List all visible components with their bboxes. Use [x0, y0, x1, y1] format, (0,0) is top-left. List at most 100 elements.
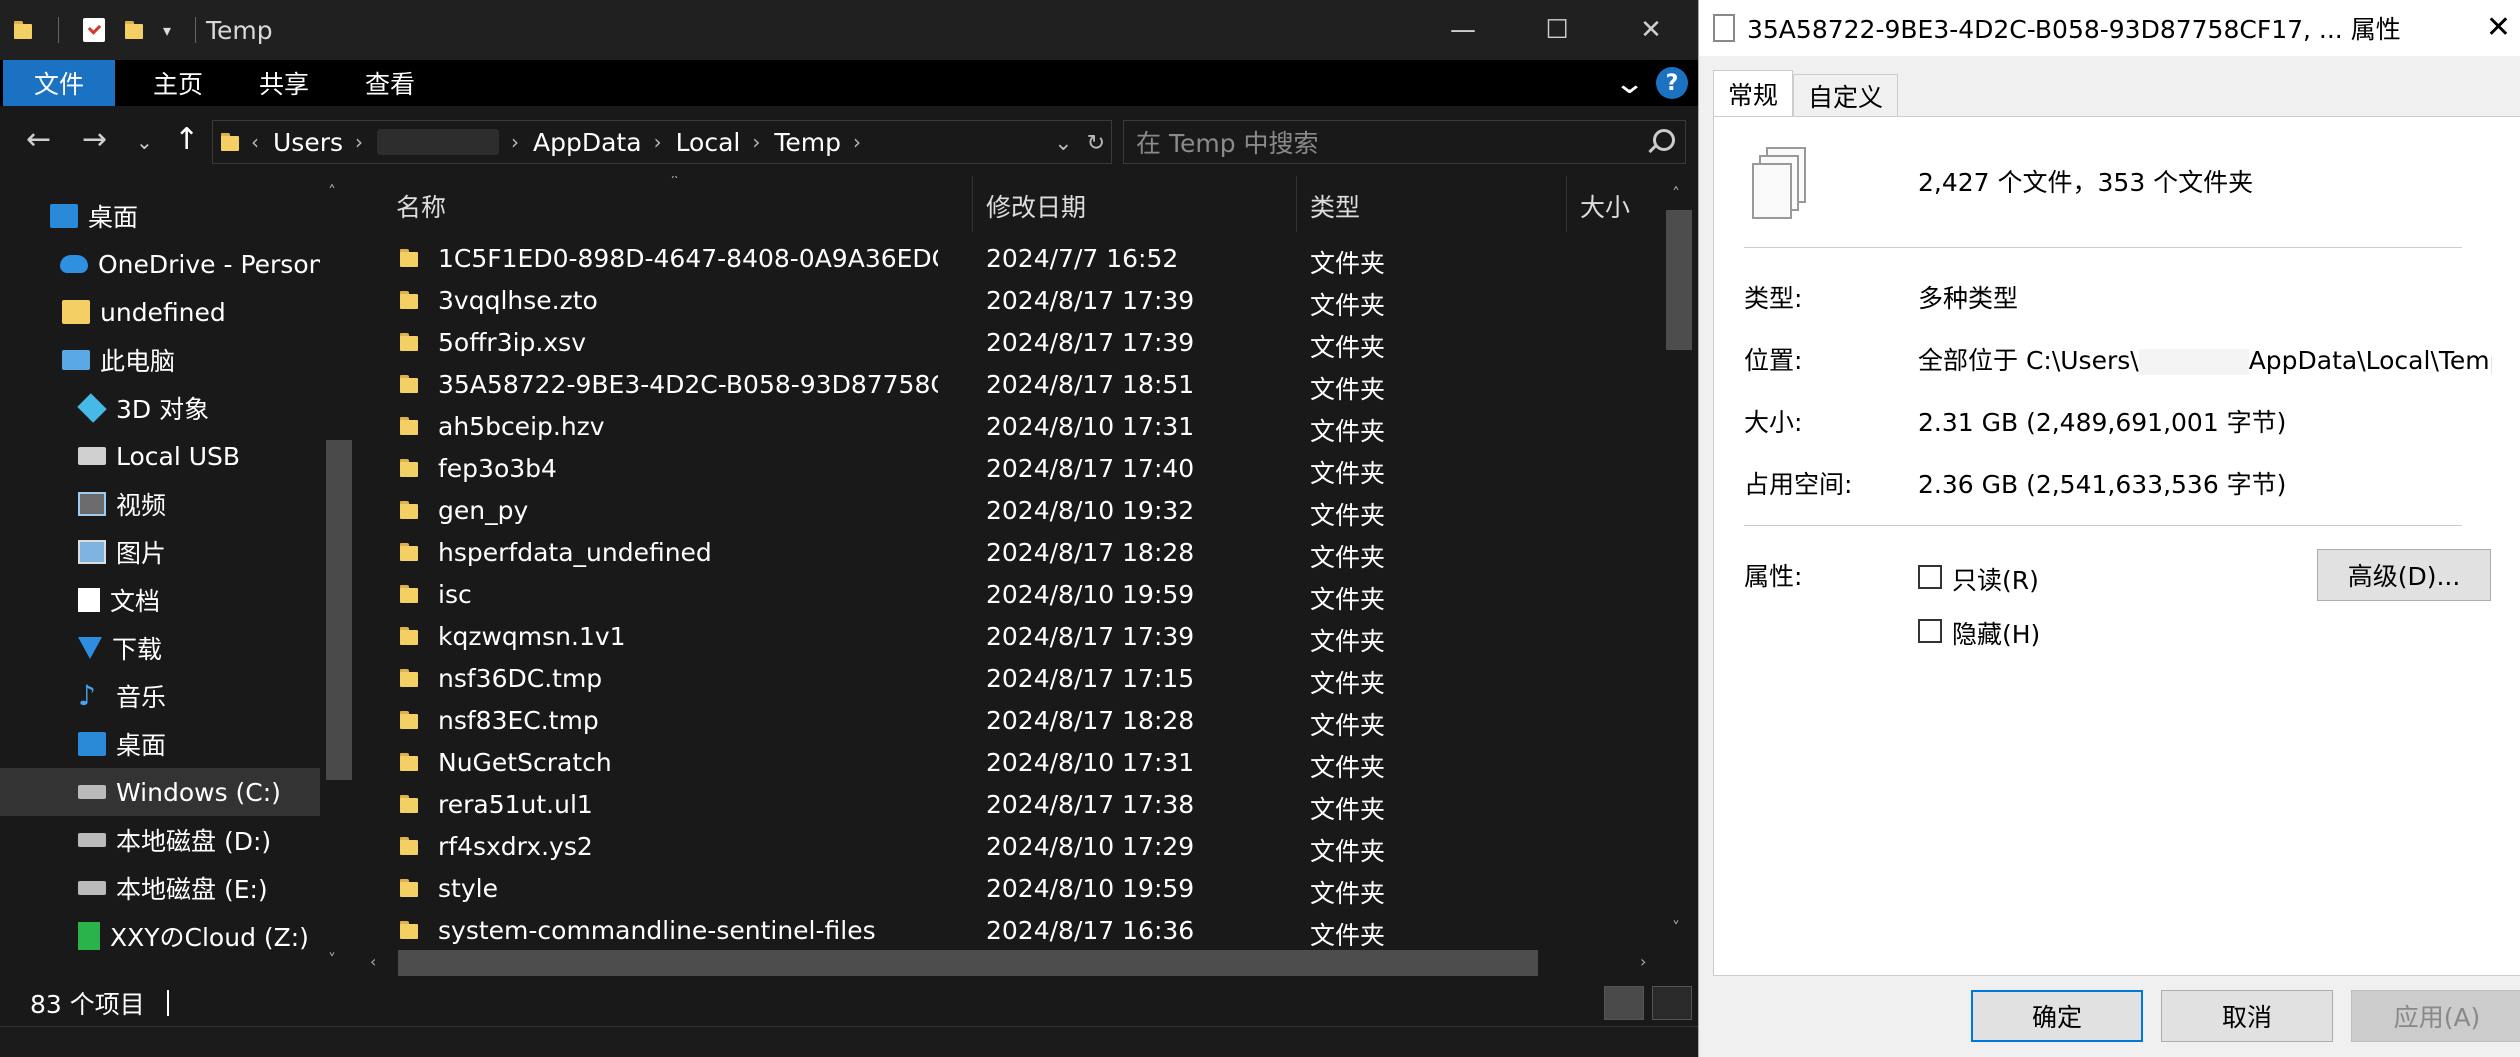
- column-name[interactable]: 名称: [396, 188, 446, 224]
- nav-scroll-down-icon[interactable]: ˅: [328, 950, 336, 969]
- help-icon[interactable]: ?: [1656, 67, 1688, 99]
- cancel-button[interactable]: 取消: [2161, 990, 2333, 1042]
- details-view-button[interactable]: [1604, 986, 1644, 1020]
- readonly-checkbox[interactable]: [1918, 565, 1942, 589]
- nav-item[interactable]: Windows (C:): [0, 768, 320, 816]
- readonly-label[interactable]: 只读(R): [1952, 561, 2039, 597]
- advanced-button[interactable]: 高级(D)...: [2317, 549, 2491, 601]
- refresh-icon[interactable]: ↻: [1087, 131, 1105, 156]
- forward-icon[interactable]: →: [82, 122, 107, 157]
- up-icon[interactable]: ↑: [174, 122, 199, 157]
- breadcrumb-appdata[interactable]: AppData: [533, 128, 642, 157]
- tab-file[interactable]: 文件: [3, 60, 116, 106]
- file-row[interactable]: hsperfdata_undefined 2024/8/17 18:28 文件夹: [358, 532, 1658, 574]
- file-row[interactable]: 3vqqlhse.zto 2024/8/17 17:39 文件夹: [358, 280, 1658, 322]
- file-row[interactable]: gen_py 2024/8/10 19:32 文件夹: [358, 490, 1658, 532]
- nav-item[interactable]: 桌面: [0, 192, 358, 240]
- recent-locations-icon[interactable]: ⌄: [136, 130, 153, 154]
- hidden-checkbox[interactable]: [1918, 619, 1942, 643]
- ribbon: 文件 主页 共享 查看 ⌄ ?: [0, 60, 1698, 106]
- chevron-down-icon[interactable]: ▾: [163, 21, 171, 40]
- breadcrumb-temp[interactable]: Temp: [774, 128, 841, 157]
- divider: [58, 17, 59, 43]
- horizontal-scroll-thumb[interactable]: [398, 950, 1538, 976]
- file-row[interactable]: rf4sxdrx.ys2 2024/8/10 17:29 文件夹: [358, 826, 1658, 868]
- tab-view[interactable]: 查看: [337, 60, 443, 106]
- file-row[interactable]: 5offr3ip.xsv 2024/8/17 17:39 文件夹: [358, 322, 1658, 364]
- nav-item[interactable]: 本地磁盘 (E:): [0, 864, 358, 912]
- nav-item[interactable]: 视频: [0, 480, 358, 528]
- expand-ribbon-icon[interactable]: ⌄: [1613, 66, 1646, 101]
- apply-button[interactable]: 应用(A): [2351, 990, 2520, 1042]
- close-icon[interactable]: ✕: [2486, 10, 2511, 45]
- breadcrumb-users[interactable]: Users: [273, 128, 343, 157]
- file-name: isc: [438, 580, 472, 609]
- new-folder-icon[interactable]: [123, 19, 145, 41]
- file-row[interactable]: NuGetScratch 2024/8/10 17:31 文件夹: [358, 742, 1658, 784]
- search-icon[interactable]: [1653, 129, 1675, 151]
- nav-item[interactable]: Local USB: [0, 432, 358, 480]
- list-scroll-up-icon[interactable]: ˄: [1672, 184, 1680, 203]
- file-row[interactable]: nsf83EC.tmp 2024/8/17 18:28 文件夹: [358, 700, 1658, 742]
- folder-icon: [398, 499, 420, 521]
- address-bar[interactable]: ‹ Users › › AppData › Local › Temp › ⌄ ↻: [212, 120, 1112, 164]
- file-row[interactable]: fep3o3b4 2024/8/17 17:40 文件夹: [358, 448, 1658, 490]
- scroll-left-icon[interactable]: ‹: [370, 952, 376, 971]
- breadcrumb-local[interactable]: Local: [676, 128, 741, 157]
- file-row[interactable]: isc 2024/8/10 19:59 文件夹: [358, 574, 1658, 616]
- nav-item-label: 下载: [112, 635, 163, 664]
- nav-item[interactable]: XXYのCloud (Z:): [0, 912, 358, 960]
- search-input[interactable]: 在 Temp 中搜索: [1123, 120, 1686, 164]
- breadcrumb-separator: ›: [355, 130, 364, 154]
- nav-item[interactable]: 下载: [0, 624, 358, 672]
- large-icons-view-button[interactable]: [1652, 986, 1692, 1020]
- nav-item[interactable]: 本地磁盘 (D:): [0, 816, 358, 864]
- nav-item-label: 视频: [116, 491, 167, 520]
- hidden-label[interactable]: 隐藏(H): [1952, 615, 2040, 651]
- maximize-button[interactable]: ☐: [1510, 0, 1604, 60]
- nav-item[interactable]: 桌面: [0, 720, 358, 768]
- file-name: gen_py: [438, 496, 529, 525]
- local-disk-icon: [78, 881, 106, 895]
- nav-item[interactable]: 此电脑: [0, 336, 358, 384]
- nav-item[interactable]: 文档: [0, 576, 358, 624]
- file-date: 2024/8/10 19:59: [986, 874, 1195, 903]
- column-divider[interactable]: [1566, 176, 1567, 232]
- nav-scroll-thumb[interactable]: [326, 440, 352, 780]
- file-row[interactable]: 35A58722-9BE3-4D2C-B058-93D87758CF17 2024…: [358, 364, 1658, 406]
- nav-item[interactable]: 3D 对象: [0, 384, 358, 432]
- properties-icon[interactable]: [83, 18, 105, 42]
- list-scroll-thumb[interactable]: [1666, 210, 1692, 350]
- scroll-right-icon[interactable]: ›: [1640, 952, 1646, 971]
- nav-item[interactable]: undefined: [0, 288, 358, 336]
- file-row[interactable]: 1C5F1ED0-898D-4647-8408-0A9A36EDC6E2 2024…: [358, 238, 1658, 280]
- nav-scroll-up-icon[interactable]: ˄: [328, 182, 336, 201]
- list-scroll-down-icon[interactable]: ˅: [1672, 918, 1680, 937]
- tab-home[interactable]: 主页: [125, 60, 231, 106]
- column-date[interactable]: 修改日期: [986, 188, 1086, 224]
- file-row[interactable]: nsf36DC.tmp 2024/8/17 17:15 文件夹: [358, 658, 1658, 700]
- ok-button[interactable]: 确定: [1971, 990, 2143, 1042]
- column-type[interactable]: 类型: [1310, 188, 1360, 224]
- file-row[interactable]: ah5bceip.hzv 2024/8/10 17:31 文件夹: [358, 406, 1658, 448]
- column-divider[interactable]: [1296, 176, 1297, 232]
- file-row[interactable]: system-commandline-sentinel-files 2024/8/…: [358, 910, 1658, 951]
- column-size[interactable]: 大小: [1580, 188, 1630, 224]
- tab-general[interactable]: 常规: [1713, 70, 1794, 116]
- downloads-icon: [78, 637, 102, 659]
- tab-share[interactable]: 共享: [231, 60, 337, 106]
- back-icon[interactable]: ←: [26, 122, 51, 157]
- nav-item[interactable]: ♪ 音乐: [0, 672, 358, 720]
- column-divider[interactable]: [972, 176, 973, 232]
- file-row[interactable]: style 2024/8/10 19:59 文件夹: [358, 868, 1658, 910]
- file-row[interactable]: kqzwqmsn.1v1 2024/8/17 17:39 文件夹: [358, 616, 1658, 658]
- folder-icon: [398, 583, 420, 605]
- nav-item[interactable]: OneDrive - Persona: [0, 240, 358, 288]
- file-name: ah5bceip.hzv: [438, 412, 605, 441]
- nav-item[interactable]: 图片: [0, 528, 358, 576]
- minimize-button[interactable]: —: [1416, 0, 1510, 60]
- address-dropdown-icon[interactable]: ⌄: [1054, 131, 1072, 156]
- close-button[interactable]: ✕: [1604, 0, 1698, 60]
- file-row[interactable]: rera51ut.ul1 2024/8/17 17:38 文件夹: [358, 784, 1658, 826]
- tab-custom[interactable]: 自定义: [1793, 74, 1899, 116]
